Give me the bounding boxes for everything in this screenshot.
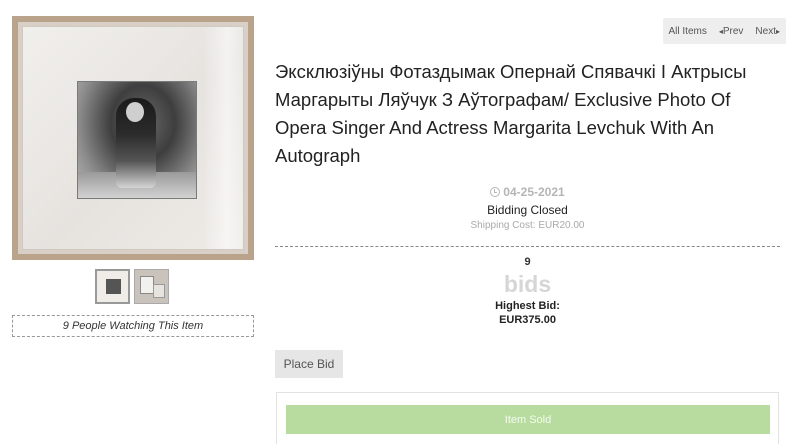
bidding-status: Bidding Closed <box>487 203 568 217</box>
watching-count: 9 People Watching This Item <box>12 315 254 337</box>
dashed-divider <box>275 246 780 247</box>
auction-status: 04-25-2021 Bidding Closed Shipping Cost:… <box>275 185 780 231</box>
end-date: 04-25-2021 <box>275 185 780 199</box>
bid-count: 9 <box>524 256 531 268</box>
bid-summary: 9 bids Highest Bid: EUR375.00 <box>275 256 780 326</box>
framed-print-image <box>77 81 197 199</box>
prev-button[interactable]: ◂ Prev <box>713 18 750 44</box>
highest-bid-value: EUR375.00 <box>499 314 556 326</box>
main-item-photo[interactable] <box>12 16 254 260</box>
photo-frame <box>18 22 248 254</box>
next-label: Next <box>755 25 776 37</box>
shipping-cost: Shipping Cost: EUR20.00 <box>470 220 585 231</box>
next-button[interactable]: Next ▸ <box>749 18 786 44</box>
highest-bid-label: Highest Bid: <box>495 300 560 312</box>
all-items-label: All Items <box>668 25 707 37</box>
clock-icon <box>490 187 501 197</box>
print-face <box>126 102 144 122</box>
all-items-button[interactable]: All Items <box>663 18 713 44</box>
bids-label: bids <box>503 271 552 297</box>
item-navigation: All Items ◂ Prev Next ▸ <box>662 18 786 44</box>
thumbnail-2[interactable] <box>134 269 169 304</box>
sold-panel: Item Sold <box>276 392 779 444</box>
thumbnail-2-image-b <box>153 284 165 298</box>
thumbnail-strip <box>95 269 169 304</box>
thumbnail-1-image <box>106 279 121 294</box>
item-title: Эксклюзіўны Фотаздымак Опернай Спявачкі … <box>275 61 747 166</box>
item-sold-button: Item Sold <box>286 405 770 434</box>
photo-mat <box>22 26 244 250</box>
thumbnail-1[interactable] <box>95 269 130 304</box>
end-date-text: 04-25-2021 <box>503 185 565 199</box>
chevron-right-icon: ▸ <box>775 26 780 36</box>
thumbnail-2-image-a <box>140 276 154 294</box>
place-bid-button[interactable]: Place Bid <box>275 350 343 378</box>
prev-label: Prev <box>722 25 744 37</box>
